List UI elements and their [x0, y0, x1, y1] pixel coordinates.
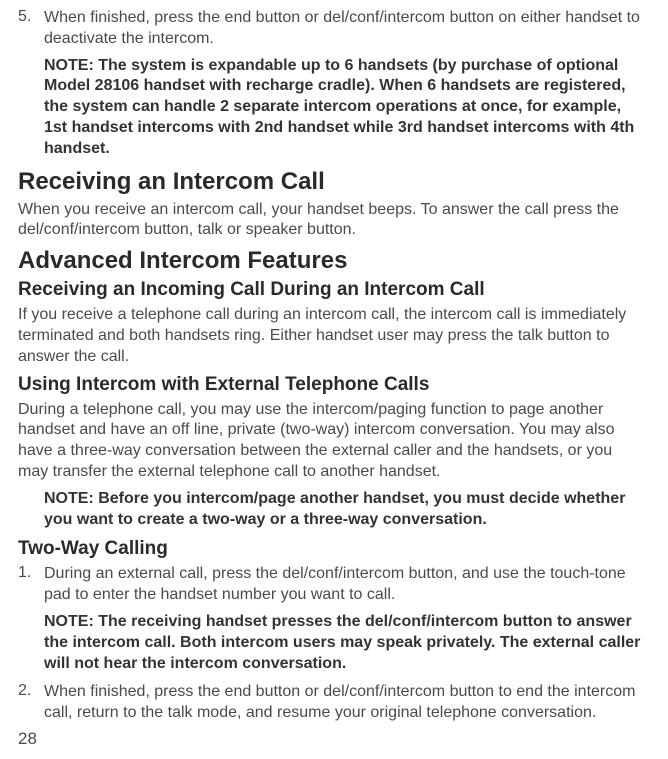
subheading-two-way: Two-Way Calling: [18, 538, 644, 560]
heading-advanced-features: Advanced Intercom Features: [18, 247, 644, 275]
list-text: When finished, press the end button or d…: [44, 682, 644, 724]
body-incoming-during: If you receive a telephone call during a…: [18, 305, 644, 367]
list-number: 5.: [18, 8, 44, 50]
list-text: When finished, press the end button or d…: [44, 8, 644, 50]
subheading-external-calls: Using Intercom with External Telephone C…: [18, 374, 644, 396]
body-external-calls: During a telephone call, you may use the…: [18, 400, 644, 483]
list-item-5: 5. When finished, press the end button o…: [18, 8, 644, 50]
list-text: During an external call, press the del/c…: [44, 564, 644, 606]
body-receiving: When you receive an intercom call, your …: [18, 200, 644, 242]
page-number: 28: [18, 729, 37, 749]
list-item-1: 1. During an external call, press the de…: [18, 564, 644, 606]
heading-receiving-intercom: Receiving an Intercom Call: [18, 168, 644, 196]
list-item-2: 2. When finished, press the end button o…: [18, 682, 644, 724]
subheading-incoming-during-intercom: Receiving an Incoming Call During an Int…: [18, 279, 644, 301]
list-number: 1.: [18, 564, 44, 606]
note-receiving-handset: NOTE: The receiving handset presses the …: [44, 612, 644, 674]
note-expandable: NOTE: The system is expandable up to 6 h…: [44, 56, 644, 160]
note-decide-conversation: NOTE: Before you intercom/page another h…: [44, 489, 644, 531]
list-number: 2.: [18, 682, 44, 724]
